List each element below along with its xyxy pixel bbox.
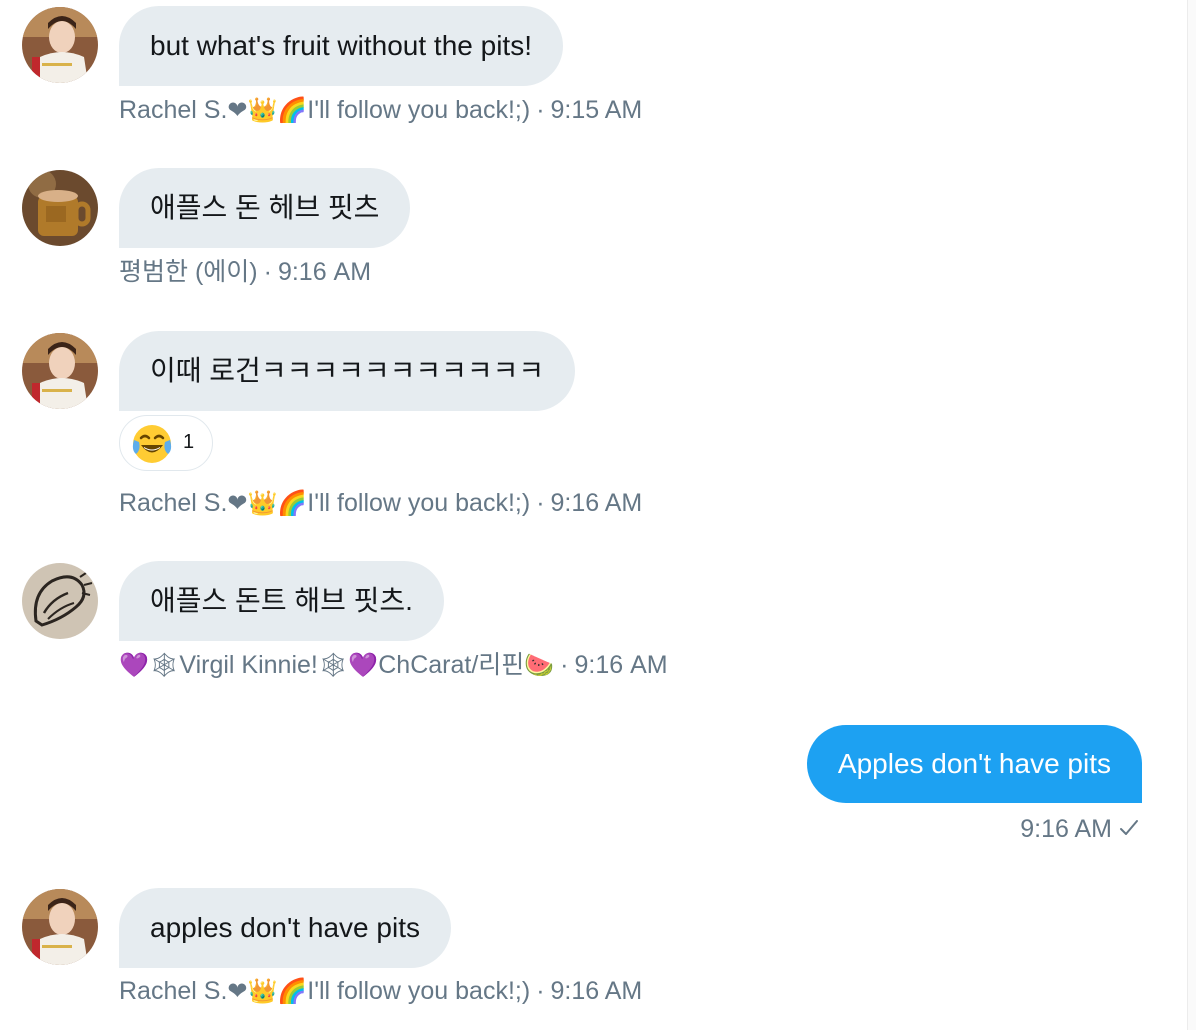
- scrollbar[interactable]: [1187, 0, 1196, 1030]
- message-bubble[interactable]: 애플스 돈 헤브 핏츠: [119, 168, 411, 248]
- message-item: but what's fruit without the pits! Rache…: [0, 0, 1180, 140]
- sender-emoji: ❤👑🌈: [227, 978, 308, 1005]
- message-item: 이때 로건ㅋㅋㅋㅋㅋㅋㅋㅋㅋㅋㅋ 1 Rachel S.❤👑🌈I'll foll…: [0, 320, 1180, 520]
- outgoing-message-bubble[interactable]: Apples don't have pits: [806, 725, 1142, 803]
- message-time: 9:16 AM: [574, 651, 668, 679]
- message-bubble[interactable]: but what's fruit without the pits!: [119, 6, 563, 86]
- message-bubble[interactable]: 이때 로건ㅋㅋㅋㅋㅋㅋㅋㅋㅋㅋㅋ: [119, 331, 576, 411]
- message-item: 애플스 돈 헤브 핏츠 평범한 (에이) · 9:16 AM: [0, 160, 1180, 300]
- outgoing-message-item: Apples don't have pits 9:16 AM: [0, 720, 1180, 860]
- sender-name-suffix: ChCarat/리핀: [378, 651, 525, 679]
- message-time: 9:15 AM: [550, 96, 643, 124]
- sender-name: Virgil Kinnie!: [179, 651, 318, 679]
- avatar[interactable]: [22, 889, 98, 965]
- face-with-tears-of-joy-icon: [132, 425, 172, 463]
- sender-name-suffix: I'll follow you back!;): [307, 96, 531, 124]
- message-meta: 평범한 (에이) · 9:16 AM: [119, 257, 371, 287]
- sender-emoji: 🕸💜: [317, 652, 379, 679]
- sender-name: 평범한 (에이): [119, 258, 258, 286]
- avatar[interactable]: [22, 7, 98, 83]
- avatar[interactable]: [22, 333, 98, 409]
- meta-separator: ·: [263, 258, 272, 286]
- meta-separator: ·: [560, 651, 569, 679]
- sender-name: Rachel S.: [119, 96, 228, 124]
- checkmark-icon: [1120, 820, 1138, 835]
- sender-name-suffix: I'll follow you back!;): [307, 489, 531, 517]
- sender-name: Rachel S.: [119, 977, 228, 1005]
- avatar[interactable]: [22, 563, 98, 639]
- message-time: 9:16 AM: [277, 258, 372, 286]
- sender-emoji: ❤👑🌈: [227, 490, 308, 517]
- message-time: 9:16 AM: [550, 977, 643, 1005]
- message-meta: Rachel S.❤👑🌈I'll follow you back!;) · 9:16…: [119, 488, 642, 519]
- message-meta: 💜🕸Virgil Kinnie!🕸💜ChCarat/리핀🍉 · 9:16 AM: [119, 650, 668, 681]
- message-bubble[interactable]: 애플스 돈트 해브 핏츠.: [119, 561, 444, 641]
- message-time: 9:16 AM: [550, 489, 643, 517]
- meta-separator: ·: [536, 977, 545, 1005]
- sender-name-suffix: I'll follow you back!;): [307, 977, 531, 1005]
- reaction-count: 1: [183, 431, 195, 453]
- message-item: apples don't have pits Rachel S.❤👑🌈I'll …: [0, 880, 1180, 1020]
- sender-emoji: ❤👑🌈: [227, 97, 308, 124]
- message-item: 애플스 돈트 해브 핏츠. 💜🕸Virgil Kinnie!🕸💜ChCarat/…: [0, 550, 1180, 690]
- sender-emoji-end: 🍉: [524, 652, 555, 679]
- message-meta: Rachel S.❤👑🌈I'll follow you back!;) · 9:15…: [119, 95, 642, 126]
- message-bubble[interactable]: apples don't have pits: [119, 888, 451, 968]
- reaction-pill[interactable]: 1: [119, 415, 213, 471]
- meta-separator: ·: [536, 96, 545, 124]
- message-time: 9:16 AM: [1020, 815, 1112, 843]
- sender-name: Rachel S.: [119, 489, 228, 517]
- message-meta: Rachel S.❤👑🌈I'll follow you back!;) · 9:16…: [119, 976, 642, 1007]
- meta-separator: ·: [536, 489, 545, 517]
- outgoing-message-meta: 9:16 AM: [1020, 815, 1140, 844]
- sender-emoji-prefix: 💜🕸: [119, 652, 180, 679]
- avatar[interactable]: [22, 170, 98, 246]
